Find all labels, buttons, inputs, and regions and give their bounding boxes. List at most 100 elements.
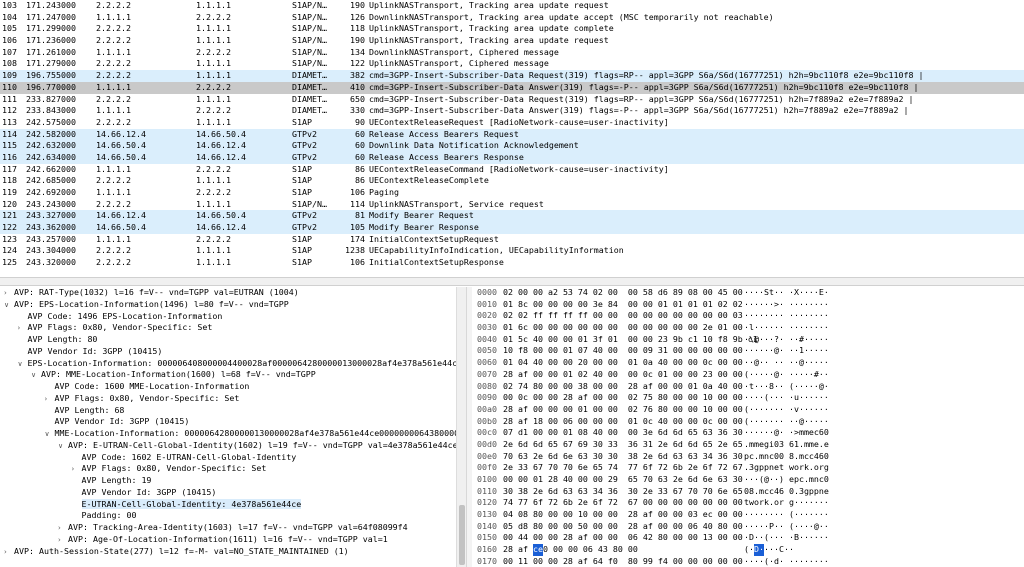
hex-ascii[interactable]: ········ (······· xyxy=(744,509,829,521)
tree-node[interactable]: AVP Vendor Id: 3GPP (10415) xyxy=(0,346,456,358)
hex-row[interactable]: 0140 05 d8 80 00 00 50 00 00 28 af 00 00 … xyxy=(472,521,1024,533)
hex-ascii[interactable]: ······>· ········ xyxy=(744,299,829,311)
hex-bytes[interactable]: 05 d8 80 00 00 50 00 00 28 af 00 00 06 4… xyxy=(503,521,743,533)
hex-row[interactable]: 0030 01 6c 00 00 00 00 00 00 00 00 00 00 … xyxy=(472,322,1024,334)
hex-bytes[interactable]: 01 8c 00 00 00 00 3e 84 00 00 01 01 01 0… xyxy=(503,299,743,311)
tree-node[interactable]: › AVP Flags: 0x80, Vendor-Specific: Set xyxy=(0,463,456,475)
tree-node[interactable]: AVP Length: 80 xyxy=(0,334,456,346)
tree-node[interactable]: ∨ MME-Location-Information: 0000064280000… xyxy=(0,428,457,440)
hex-bytes[interactable]: 04 08 80 00 00 10 00 00 28 af 00 00 03 e… xyxy=(503,509,743,521)
tree-node[interactable]: Padding: 00 xyxy=(0,510,456,522)
hex-ascii[interactable]: ·l······ ········ xyxy=(744,322,829,334)
tree-node[interactable]: ∨ AVP: EPS-Location-Information(1496) l=8… xyxy=(0,299,456,311)
tree-node[interactable]: AVP Length: 19 xyxy=(0,475,456,487)
hex-ascii[interactable]: 08.mcc46 0.3gppne xyxy=(744,486,829,498)
tree-node[interactable]: ∨ EPS-Location-Information: 0000064080000… xyxy=(0,358,457,370)
hex-row[interactable]: 0060 01 04 40 00 00 20 00 00 01 0a 40 00 … xyxy=(472,357,1024,369)
packet-row[interactable]: 104 171.247000 1.1.1.1 2.2.2.2 S1AP/N… 126 Dow… xyxy=(0,12,1024,24)
packet-row[interactable]: 117 242.662000 1.1.1.1 2.2.2.2 S1AP 86 UEConte… xyxy=(0,164,1024,176)
expanded-arrow-icon[interactable]: ∨ xyxy=(45,429,55,440)
hex-ascii[interactable]: ·····P·· (····@·· xyxy=(744,521,829,533)
pane-divider-horizontal[interactable] xyxy=(0,277,1024,286)
scrollbar-thumb[interactable] xyxy=(459,505,465,565)
collapsed-arrow-icon[interactable]: › xyxy=(58,523,68,534)
hex-ascii[interactable]: .3gppnet work.org xyxy=(744,462,829,474)
hex-row[interactable]: 0000 02 00 00 a2 53 74 02 00 00 58 d6 89 … xyxy=(472,287,1024,299)
hex-row[interactable]: 0080 02 74 80 00 00 38 00 00 28 af 00 00 … xyxy=(472,381,1024,393)
collapsed-arrow-icon[interactable]: › xyxy=(45,394,55,405)
collapsed-arrow-icon[interactable]: › xyxy=(18,323,28,334)
hex-row[interactable]: 0090 00 0c 00 00 28 af 00 00 02 75 80 00 … xyxy=(472,392,1024,404)
hex-row[interactable]: 0120 74 77 6f 72 6b 2e 6f 72 67 00 00 00 … xyxy=(472,497,1024,509)
hex-bytes[interactable]: 2e 6d 6d 65 67 69 30 33 36 31 2e 6d 6d 6… xyxy=(503,439,743,451)
hex-ascii[interactable]: ···(@··) epc.mnc0 xyxy=(744,474,829,486)
hex-ascii[interactable]: (·N7·V·D ·····C·· xyxy=(744,544,794,556)
packet-bytes-pane[interactable]: 0000 02 00 00 a2 53 74 02 00 00 58 d6 89 … xyxy=(472,287,1024,567)
packet-row[interactable]: 120 243.243000 2.2.2.2 1.1.1.1 S1AP/N… 114 Upl… xyxy=(0,199,1024,211)
hex-bytes[interactable]: 2e 33 67 70 70 6e 65 74 77 6f 72 6b 2e 6… xyxy=(503,462,743,474)
hex-row[interactable]: 0160 28 af 4e 37 8a 56 1e 44 ce 00 00 00 … xyxy=(472,544,1024,556)
hex-bytes[interactable]: 28 af 4e 37 8a 56 1e 44 ce 00 00 00 06 4… xyxy=(503,544,638,556)
hex-bytes[interactable]: 28 af 00 00 01 02 40 00 00 0c 01 00 00 2… xyxy=(503,369,743,381)
hex-bytes[interactable]: 02 74 80 00 00 38 00 00 28 af 00 00 01 0… xyxy=(503,381,743,393)
hex-row[interactable]: 0050 10 f8 00 00 01 07 40 00 00 09 31 00 … xyxy=(472,345,1024,357)
hex-bytes[interactable]: 30 38 2e 6d 63 63 34 36 30 2e 33 67 70 7… xyxy=(503,486,743,498)
packet-list[interactable]: 103 171.243000 2.2.2.2 1.1.1.1 S1AP/N… 190 Upl… xyxy=(0,0,1024,277)
packet-row[interactable]: 103 171.243000 2.2.2.2 1.1.1.1 S1AP/N… 190 Upl… xyxy=(0,0,1024,12)
hex-bytes[interactable]: 74 77 6f 72 6b 2e 6f 72 67 00 00 00 00 0… xyxy=(503,497,743,509)
tree-node[interactable]: › AVP: Age-Of-Location-Information(1611) … xyxy=(0,534,456,546)
hex-ascii[interactable]: ·t···8·· (·····@· xyxy=(744,381,829,393)
hex-row[interactable]: 00f0 2e 33 67 70 70 6e 65 74 77 6f 72 6b … xyxy=(472,462,1024,474)
tree-node[interactable]: › AVP: Auth-Session-State(277) l=12 f=-M-… xyxy=(0,546,456,558)
hex-bytes[interactable]: 10 f8 00 00 01 07 40 00 00 09 31 00 00 0… xyxy=(503,345,743,357)
packet-row[interactable]: 112 233.843000 1.1.1.1 2.2.2.2 DIAMET… 330 cmd… xyxy=(0,105,1024,117)
hex-row[interactable]: 0110 30 38 2e 6d 63 63 34 36 30 2e 33 67 … xyxy=(472,486,1024,498)
hex-ascii[interactable]: ····(··· ·u······ xyxy=(744,392,829,404)
hex-row[interactable]: 00d0 2e 6d 6d 65 67 69 30 33 36 31 2e 6d … xyxy=(472,439,1024,451)
packet-row[interactable]: 109 196.755000 2.2.2.2 1.1.1.1 DIAMET… 382 cmd… xyxy=(0,70,1024,82)
hex-bytes[interactable]: 00 0c 00 00 28 af 00 00 02 75 80 00 00 1… xyxy=(503,392,743,404)
hex-ascii[interactable]: ······@· ·>mmec60 xyxy=(744,427,829,439)
collapsed-arrow-icon[interactable]: › xyxy=(4,288,14,299)
hex-row[interactable]: 0170 00 11 00 00 28 af 64 f0 80 99 f4 00 … xyxy=(472,556,1024,567)
hex-ascii[interactable]: ······@· ··1····· xyxy=(744,345,829,357)
hex-row[interactable]: 0070 28 af 00 00 01 02 40 00 00 0c 01 00 … xyxy=(472,369,1024,381)
hex-row[interactable]: 00b0 28 af 18 00 06 00 00 00 01 0c 40 00 … xyxy=(472,416,1024,428)
hex-ascii[interactable]: ··@·· ·· ··@····· xyxy=(744,357,829,369)
hex-ascii[interactable]: ········ ········ xyxy=(744,310,829,322)
tree-node[interactable]: AVP Code: 1496 EPS-Location-Information xyxy=(0,311,456,323)
hex-row[interactable]: 0020 02 02 ff ff ff ff 00 00 00 00 00 00 … xyxy=(472,310,1024,322)
hex-ascii[interactable]: (·····@· ·····#·· xyxy=(744,369,829,381)
hex-row[interactable]: 0130 04 08 80 00 00 10 00 00 28 af 00 00 … xyxy=(472,509,1024,521)
tree-node[interactable]: AVP Vendor Id: 3GPP (10415) xyxy=(0,416,456,428)
collapsed-arrow-icon[interactable]: › xyxy=(58,535,68,546)
packet-row[interactable]: 123 243.257000 1.1.1.1 2.2.2.2 S1AP 174 Initia… xyxy=(0,234,1024,246)
packet-row[interactable]: 118 242.685000 2.2.2.2 1.1.1.1 S1AP 86 UEConte… xyxy=(0,175,1024,187)
packet-row[interactable]: 121 243.327000 14.66.12.4 14.66.50.4 GTPv2 81… xyxy=(0,210,1024,223)
tree-node[interactable]: AVP Vendor Id: 3GPP (10415) xyxy=(0,487,456,499)
packet-row[interactable]: 106 171.236000 2.2.2.2 1.1.1.1 S1AP/N… 190 Upl… xyxy=(0,35,1024,47)
hex-ascii[interactable]: ····St·· ·X····E· xyxy=(744,287,829,299)
expanded-arrow-icon[interactable]: ∨ xyxy=(18,359,28,370)
tree-node[interactable]: AVP Code: 1600 MME-Location-Information xyxy=(0,381,456,393)
packet-row[interactable]: 108 171.279000 2.2.2.2 1.1.1.1 S1AP/N… 122 Upl… xyxy=(0,58,1024,70)
hex-ascii[interactable]: ·D··(··· ·B······ xyxy=(744,532,829,544)
hex-bytes[interactable]: 70 63 2e 6d 6e 63 30 30 38 2e 6d 63 63 3… xyxy=(503,451,743,463)
collapsed-arrow-icon[interactable]: › xyxy=(4,547,14,558)
tree-node[interactable]: AVP Length: 68 xyxy=(0,405,456,417)
hex-row[interactable]: 0040 01 5c 40 00 00 01 3f 01 00 00 23 9b … xyxy=(472,334,1024,346)
packet-row[interactable]: 111 233.827000 2.2.2.2 1.1.1.1 DIAMET… 650 cmd… xyxy=(0,94,1024,106)
hex-bytes[interactable]: 02 00 00 a2 53 74 02 00 00 58 d6 89 08 0… xyxy=(503,287,743,299)
packet-row[interactable]: 105 171.299000 2.2.2.2 1.1.1.1 S1AP/N… 118 Upl… xyxy=(0,23,1024,35)
hex-ascii[interactable]: pc.mnc00 8.mcc460 xyxy=(744,451,829,463)
hex-ascii[interactable]: (······· ··@····· xyxy=(744,416,829,428)
packet-row[interactable]: 116 242.634000 14.66.50.4 14.66.12.4 GTPv2 60… xyxy=(0,151,1024,164)
packet-row[interactable]: 115 242.632000 14.66.50.4 14.66.12.4 GTPv2 60… xyxy=(0,140,1024,152)
packet-row[interactable]: 110 196.770000 1.1.1.1 2.2.2.2 DIAMET… 410 cmd… xyxy=(0,81,1024,94)
hex-ascii[interactable]: (······· ·v······ xyxy=(744,404,829,416)
hex-row[interactable]: 00c0 07 d1 00 00 01 08 40 00 00 3e 6d 6d … xyxy=(472,427,1024,439)
expanded-arrow-icon[interactable]: ∨ xyxy=(31,370,41,381)
hex-ascii[interactable]: twork.or g······· xyxy=(744,497,829,509)
hex-ascii[interactable]: .mmegi03 61.mme.e xyxy=(744,439,829,451)
packet-row[interactable]: 124 243.304000 2.2.2.2 1.1.1.1 S1AP 1238 UECap… xyxy=(0,245,1024,257)
